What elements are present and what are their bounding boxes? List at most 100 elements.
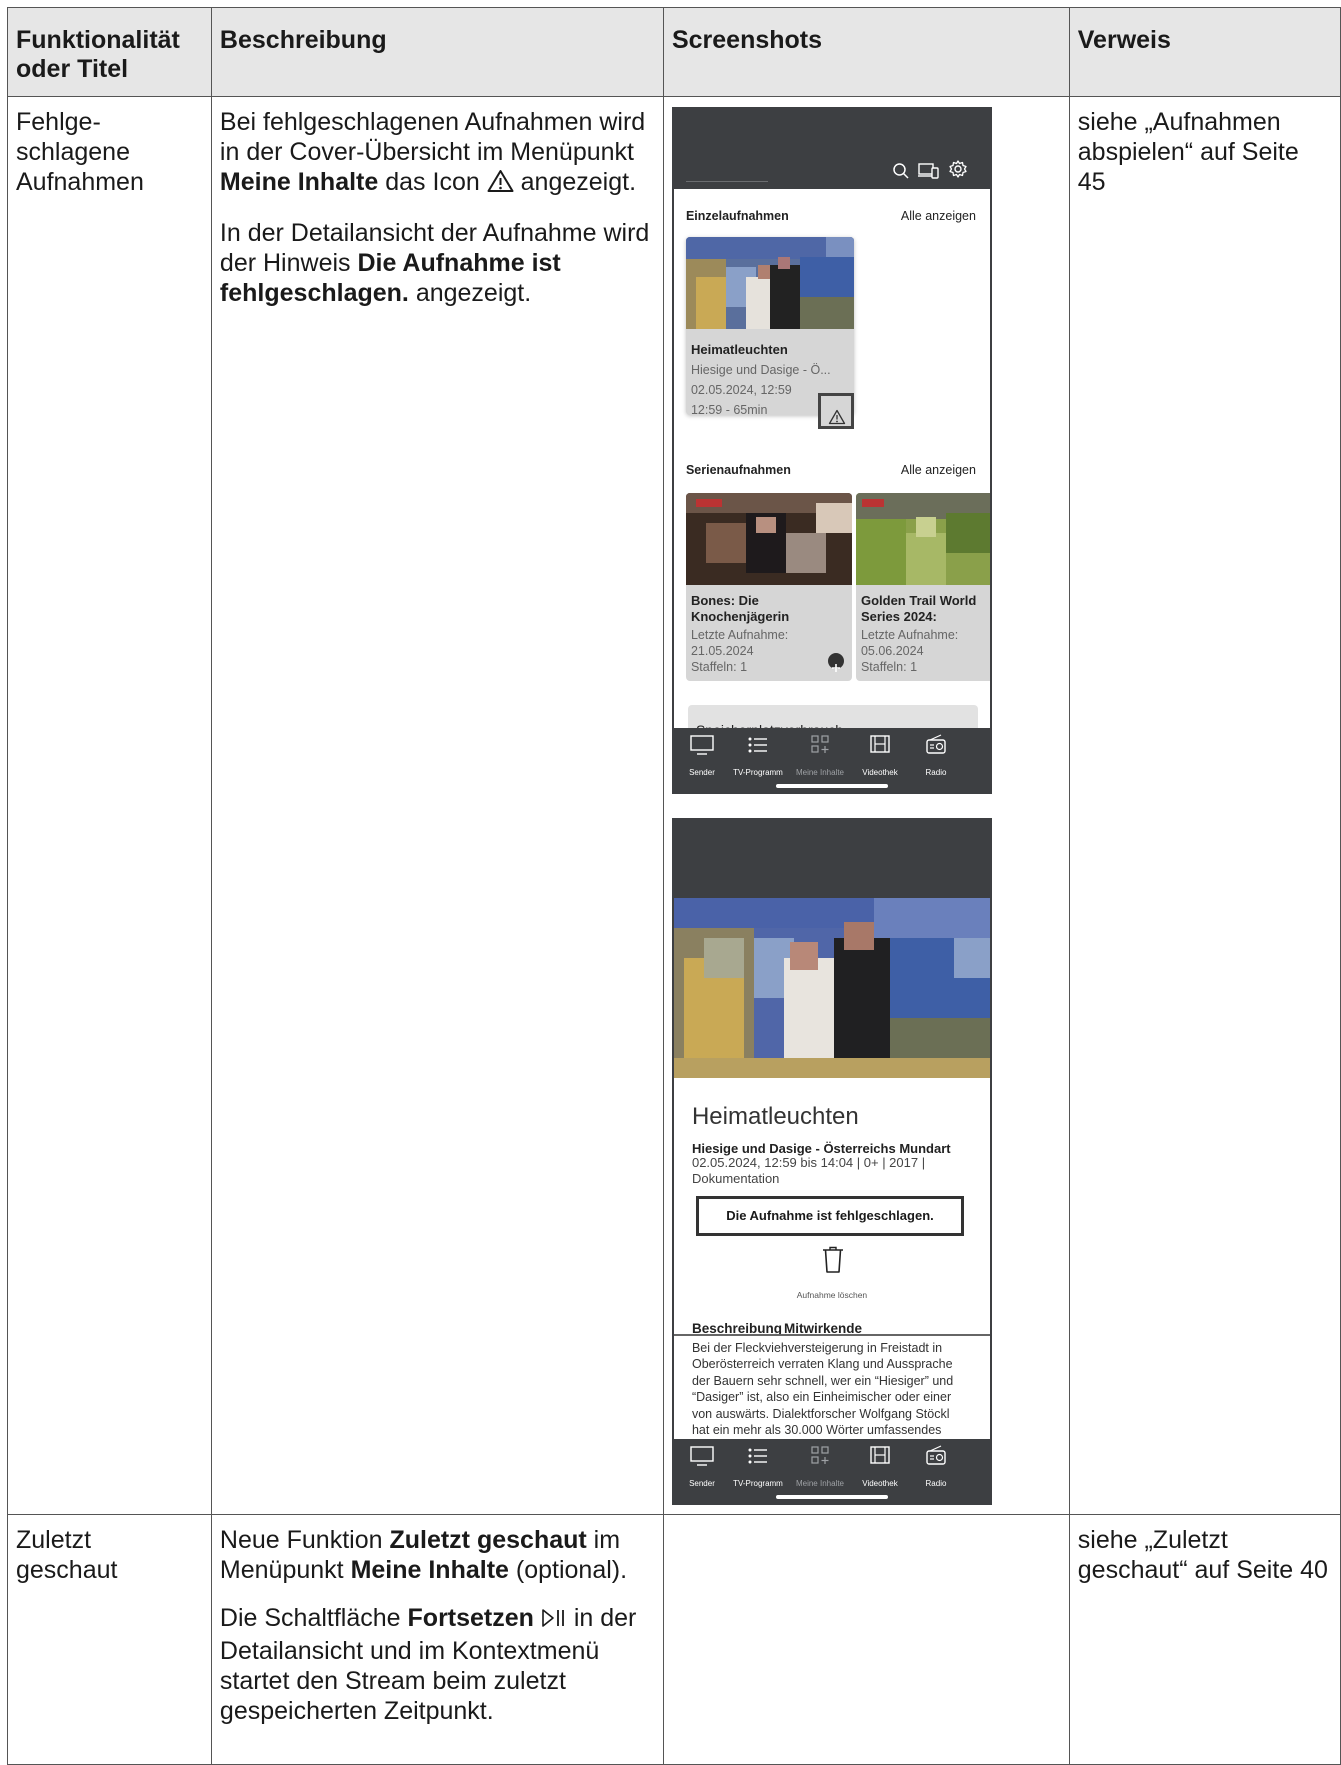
show-all-link[interactable]: Alle anzeigen [901,455,976,485]
description-paragraph: Die Schaltfläche Fortsetzen in der Detai… [220,1603,655,1726]
detail-meta: 02.05.2024, 12:59 bis 14:04 | 0+ | 2017 … [692,1155,925,1187]
search-icon[interactable] [892,157,910,187]
menu-name: Meine Inhalte [350,1556,509,1584]
tv-icon [690,1446,714,1466]
screenshots-cell: Einzelaufnahmen Alle anzeigen Heimatleuc… [662,96,1070,1515]
show-all-link[interactable]: Alle anzeigen [901,201,976,231]
text-run: Die Schaltfläche [219,1604,408,1632]
row-description: Bei fehlgeschlagenen Aufnahmen wird in d… [210,96,664,1515]
nav-label: Meine Inhalte [795,768,844,777]
description-line: Oberösterreich verraten Klang und Ausspr… [691,1357,953,1372]
nav-tv-programm[interactable]: TV-Programm [728,1445,788,1499]
series-card[interactable]: Golden Trail World Series 2024: Letzte Au… [855,493,990,681]
series-thumbnail [685,493,852,585]
row-reference: siehe „Zuletzt geschaut“ auf Seite 40 [1068,1514,1341,1765]
nav-sender[interactable]: Sender [674,734,732,788]
film-icon [870,735,890,753]
devices-icon[interactable] [917,157,940,187]
series-thumbnail [855,493,990,585]
failed-recording-notice: Die Aufnahme ist fehlgeschlagen. [695,1196,964,1236]
recording-card[interactable]: Heimatleuchten Hiesige und Dasige - Ö...… [685,237,854,415]
recording-time: 12:59 - 65min [690,403,768,415]
radio-icon [926,734,946,754]
tab-divider [673,1334,990,1336]
app-header [673,820,990,898]
description-paragraph: Neue Funktion Zuletzt geschaut im Menüpu… [220,1525,655,1585]
series-title-line: Golden Trail World [860,593,977,608]
section-title-series: Serienaufnahmen [685,463,791,477]
series-info-line: Staffeln: 1 [690,660,748,674]
text-run: Neue Funktion [219,1526,390,1554]
radio-icon [926,1445,946,1465]
plus-icon[interactable] [827,653,844,672]
table-header-row: Funktionalität oder Titel Beschreibung S… [7,7,1341,97]
description-text: Bei der Fleckviehversteigerung in Freist… [692,1340,953,1438]
series-info-line: Staffeln: 1 [860,660,918,674]
nav-label: Sender [689,768,715,777]
header-functionality: Funktionalität oder Titel [7,7,212,97]
nav-label: Sender [689,1479,715,1488]
header-reference: Verweis [1068,7,1341,97]
nav-tv-programm[interactable]: TV-Programm [728,734,788,788]
description-line: der Bauern sehr schnell, wer ein “Hiesig… [691,1373,954,1388]
detail-meta-line: 02.05.2024, 12:59 bis 14:04 | 0+ | 2017 … [691,1155,926,1170]
row-title: Zuletzt geschaut [7,1514,212,1765]
play-pause-icon [541,1606,567,1636]
description-paragraph: Bei fehlgeschlagenen Aufnahmen wird in d… [220,107,655,200]
home-indicator [775,1495,888,1499]
failed-recording-badge [817,393,854,432]
row-title: Fehlge- schlagene Aufnahmen [7,96,212,1515]
section-title-single: Einzelaufnahmen [685,209,789,223]
list-icon [748,1448,767,1464]
description-line: hat ein mehr als 30.000 Wörter umfassend… [691,1423,942,1438]
nav-sender[interactable]: Sender [674,1445,732,1499]
bottom-navigation: Sender TV-Programm Meine Inhalte Videoth… [673,1439,990,1503]
nav-meine-inhalte[interactable]: Meine Inhalte [790,1445,850,1499]
detail-meta-line: Dokumentation [691,1171,780,1186]
nav-label: Videothek [862,768,898,777]
nav-radio[interactable]: Radio [906,734,966,788]
text-run: angezeigt. [408,279,532,307]
nav-videothek[interactable]: Videothek [850,734,910,788]
row-description: Neue Funktion Zuletzt geschaut im Menüpu… [210,1514,664,1765]
nav-label: TV-Programm [733,1479,783,1488]
description-line: von auswärts. Dialektforscher Wolfgang S… [691,1406,950,1421]
series-info-line: 21.05.2024 [690,644,754,658]
description-line: Bei der Fleckviehversteigerung in Freist… [691,1341,943,1355]
nav-videothek[interactable]: Videothek [850,1445,910,1499]
nav-label: Radio [925,1479,947,1488]
grid-plus-icon [811,735,829,753]
screenshots-cell [662,1514,1070,1765]
nav-label: Videothek [862,1479,898,1488]
series-card[interactable]: Bones: Die Knochenjägerin Letzte Aufnahme… [685,493,852,681]
nav-radio[interactable]: Radio [906,1445,966,1499]
screenshot-overview: Einzelaufnahmen Alle anzeigen Heimatleuc… [671,107,992,794]
series-info-line: Letzte Aufnahme: [690,628,789,642]
warning-icon [828,402,846,432]
series-info: Letzte Aufnahme: 21.05.2024 Staffeln: 1 [691,627,788,675]
menu-name: Meine Inhalte [219,168,379,196]
series-title-line: Bones: Die [690,593,759,608]
nav-label: Radio [925,768,947,777]
delete-recording-label[interactable]: Aufnahme löschen [674,1280,990,1310]
film-icon [870,1446,890,1464]
warning-icon [487,169,514,200]
description-paragraph: In der Detailansicht der Aufnahme wird d… [220,218,655,308]
app-header [673,109,990,189]
nav-meine-inhalte[interactable]: Meine Inhalte [790,734,850,788]
description-line: “Dasiger” ist, also ein Einheimischer od… [691,1390,952,1405]
text-run: angezeigt. [513,168,637,196]
screenshot-detail: Heimatleuchten Hiesige und Dasige - Öste… [671,818,992,1505]
table-row: Zuletzt geschaut Neue Funktion Zuletzt g… [7,1514,1341,1765]
grid-plus-icon [811,1446,829,1464]
detail-hero-image [673,898,990,1078]
trash-icon[interactable] [821,1246,845,1281]
table-row: Fehlge- schlagene Aufnahmen Bei fehlgesc… [7,96,1341,1515]
gear-icon[interactable] [948,156,968,186]
row-reference: siehe „Aufnahmen abspielen“ auf Seite 45 [1068,96,1341,1515]
series-title: Bones: Die Knochenjägerin [691,593,789,625]
series-title-line: Knochenjägerin [690,609,790,624]
tv-icon [690,735,714,755]
nav-label: Meine Inhalte [795,1479,844,1488]
series-title: Golden Trail World Series 2024: [861,593,976,625]
